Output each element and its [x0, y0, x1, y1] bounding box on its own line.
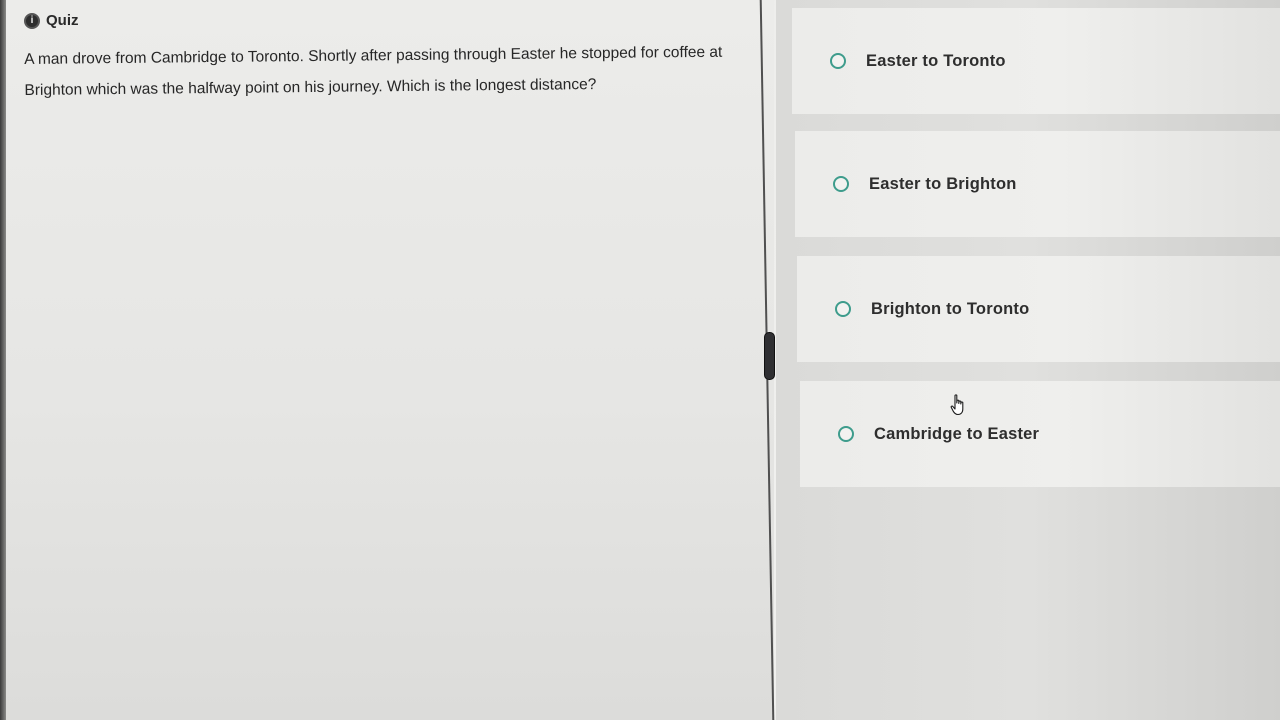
resize-handle[interactable] [764, 332, 775, 380]
option-easter-to-brighton[interactable]: Easter to Brighton [795, 131, 1280, 237]
option-easter-to-toronto[interactable]: Easter to Toronto [792, 8, 1280, 114]
question-text: A man drove from Cambridge to Toronto. S… [24, 43, 723, 99]
quiz-screen: i Quiz A man drove from Cambridge to Tor… [0, 0, 1280, 720]
radio-button[interactable] [838, 426, 854, 442]
quiz-title: Quiz [46, 12, 79, 29]
option-label: Easter to Toronto [866, 51, 1006, 70]
option-label: Brighton to Toronto [871, 299, 1030, 318]
hand-cursor-icon [950, 394, 964, 416]
option-label: Easter to Brighton [869, 174, 1017, 193]
option-label: Cambridge to Easter [874, 424, 1040, 443]
question-pane: i Quiz A man drove from Cambridge to Tor… [6, 0, 774, 720]
radio-button[interactable] [833, 176, 849, 192]
info-icon: i [24, 12, 40, 29]
options-pane: Easter to Toronto Easter to Brighton Bri… [776, 0, 1280, 720]
radio-button[interactable] [835, 301, 851, 317]
option-cambridge-to-easter[interactable]: Cambridge to Easter [800, 381, 1280, 487]
radio-button[interactable] [830, 53, 846, 69]
quiz-header: i Quiz [24, 12, 79, 29]
option-brighton-to-toronto[interactable]: Brighton to Toronto [797, 256, 1280, 362]
